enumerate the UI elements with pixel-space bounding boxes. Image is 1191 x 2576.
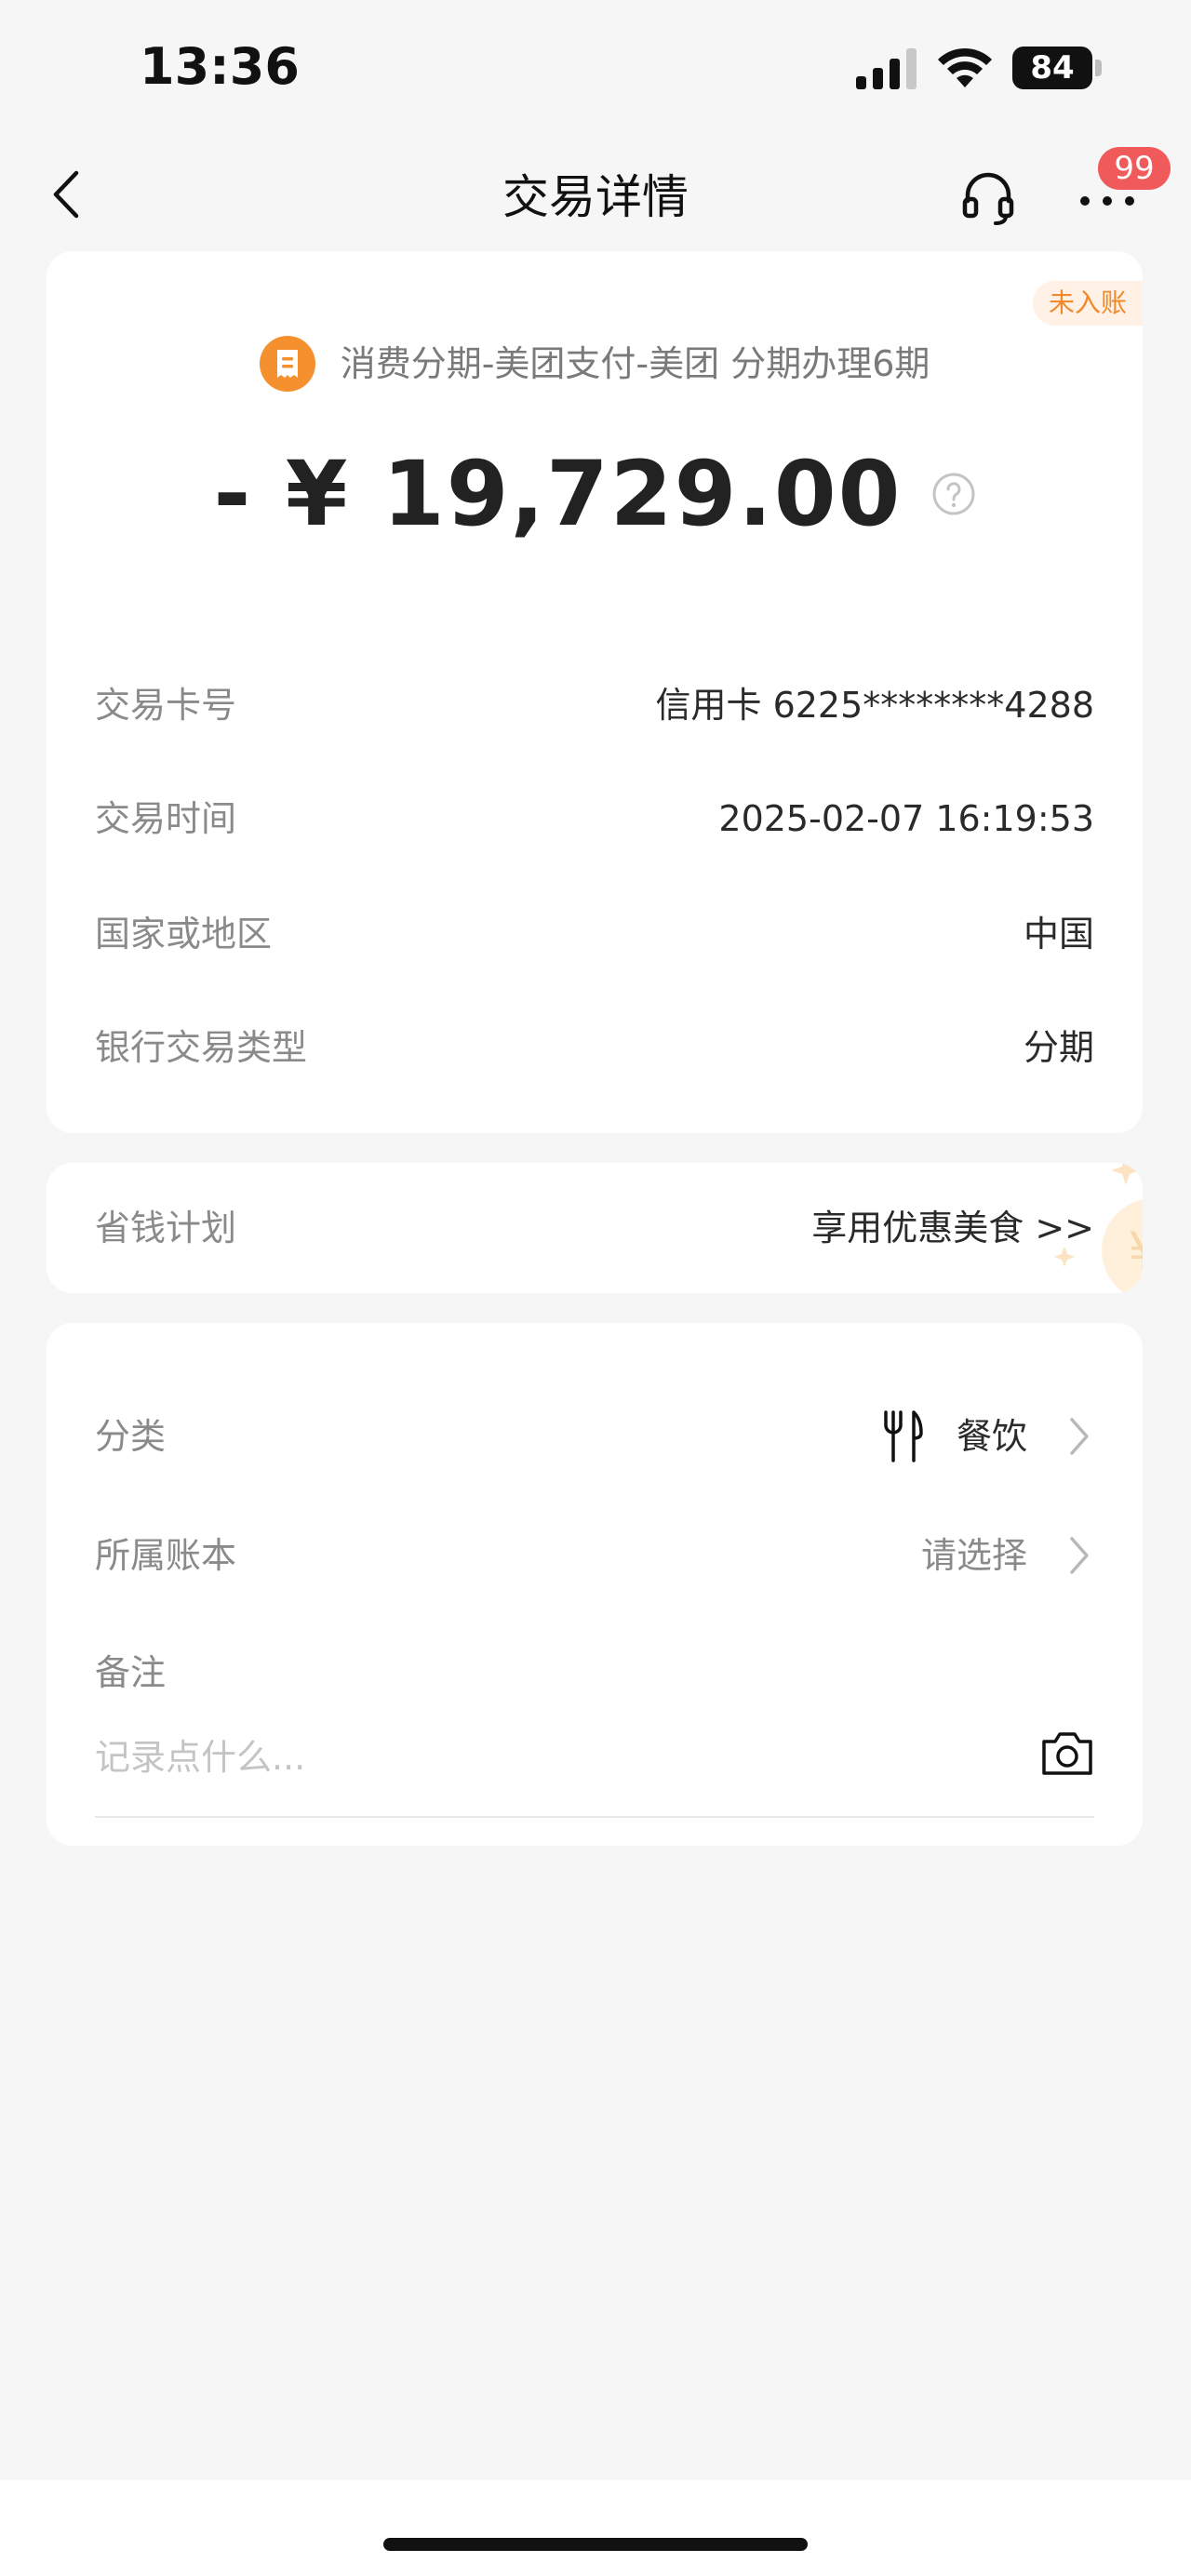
question-circle-icon[interactable] (931, 472, 976, 516)
ledger-row[interactable]: 所属账本 请选择 (95, 1528, 1094, 1583)
status-badge: 未入账 (1033, 281, 1143, 326)
camera-icon[interactable] (1040, 1728, 1094, 1777)
message-count-badge: 99 (1098, 147, 1171, 190)
status-time: 13:36 (140, 37, 300, 96)
svg-text:¥: ¥ (1128, 1221, 1143, 1284)
amount-row: - ¥ 19,729.00 (47, 437, 1143, 549)
battery-indicator: 84 (1012, 47, 1102, 89)
receipt-icon (259, 335, 315, 392)
category-value: 餐饮 (956, 1416, 1027, 1457)
note-input[interactable] (95, 1725, 932, 1790)
detail-label: 国家或地区 (95, 914, 273, 954)
detail-value: 分期 (1023, 1027, 1094, 1068)
note-row: 备注 (95, 1645, 1094, 1701)
merchant-name: 消费分期-美团支付-美团 分期办理6期 (340, 342, 930, 384)
ledger-value: 请选择 (920, 1535, 1027, 1576)
detail-value: 信用卡 6225********4288 (655, 685, 1095, 726)
transaction-amount: - ¥ 19,729.00 (213, 441, 903, 546)
category-row[interactable]: 分类 餐饮 (95, 1408, 1094, 1464)
home-indicator-area (0, 2480, 1191, 2576)
detail-row-type: 银行交易类型 分期 (95, 1020, 1094, 1075)
savings-plan-label: 省钱计划 (95, 1208, 237, 1248)
merchant-row: 消费分期-美团支付-美团 分期办理6期 (47, 333, 1143, 393)
detail-value: 中国 (1023, 914, 1094, 954)
battery-level: 84 (1012, 47, 1092, 89)
category-label: 分类 (95, 1416, 167, 1457)
note-label: 备注 (95, 1652, 167, 1693)
detail-value: 2025-02-07 16:19:53 (718, 798, 1094, 839)
headset-icon[interactable] (958, 167, 1018, 227)
signal-icon (856, 48, 917, 89)
utensils-icon (884, 1410, 923, 1462)
nav-bar: 交易详情 99 (0, 140, 1191, 251)
status-bar: 13:36 84 (0, 0, 1191, 140)
transaction-card: 未入账 消费分期-美团支付-美团 分期办理6期 - ¥ 19,729.00 交易… (47, 251, 1143, 1133)
home-indicator[interactable] (383, 2538, 808, 2551)
detail-label: 交易时间 (95, 798, 237, 839)
detail-row-region: 国家或地区 中国 (95, 906, 1094, 962)
savings-plan-link[interactable]: 享用优惠美食 >> (811, 1200, 1094, 1256)
chevron-right-icon (1070, 1537, 1089, 1574)
detail-label: 交易卡号 (95, 685, 237, 726)
chevron-right-icon (1070, 1418, 1089, 1455)
savings-plan-card[interactable]: ¥ 省钱计划 享用优惠美食 >> (47, 1163, 1143, 1293)
note-field (95, 1702, 1094, 1818)
ledger-label: 所属账本 (95, 1535, 237, 1576)
category-card: 分类 餐饮 所属账本 请选择 备注 (47, 1323, 1143, 1846)
battery-cap (1095, 60, 1102, 76)
detail-row-time: 交易时间 2025-02-07 16:19:53 (95, 791, 1094, 847)
detail-label: 银行交易类型 (95, 1027, 308, 1068)
wifi-icon (938, 47, 992, 87)
detail-row-card-number: 交易卡号 信用卡 6225********4288 (95, 677, 1094, 733)
